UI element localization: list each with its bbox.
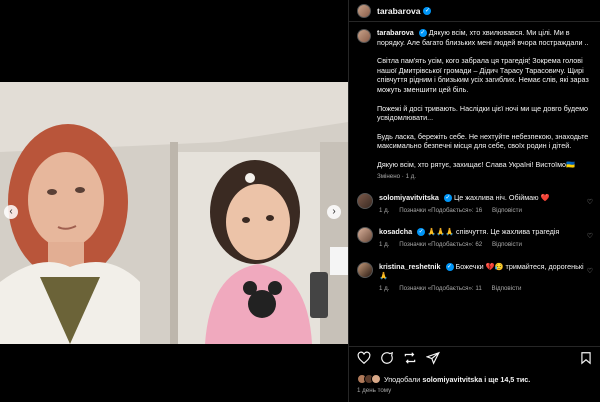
avatar[interactable] bbox=[357, 3, 371, 18]
share-button[interactable] bbox=[426, 351, 440, 365]
chevron-left-icon: ‹ bbox=[9, 206, 13, 217]
likes-summary[interactable]: Уподобали solomiyavitvitska і ще 14,5 ти… bbox=[357, 374, 530, 384]
heart-icon[interactable]: ♡ bbox=[587, 267, 593, 275]
post-photo[interactable] bbox=[0, 82, 348, 344]
heart-icon[interactable]: ♡ bbox=[587, 232, 593, 240]
verified-icon: ✓ bbox=[423, 6, 432, 15]
chevron-right-icon: › bbox=[332, 206, 336, 217]
comment-body: kristina_reshetnik ✓ Божечки 💔😥 тримайте… bbox=[379, 262, 585, 294]
verified-icon: ✓ bbox=[418, 29, 427, 38]
post-caption: tarabarova ✓ Дякую всім, хто хвилювався.… bbox=[357, 28, 593, 181]
avatar[interactable] bbox=[357, 227, 373, 244]
comment-item: kristina_reshetnik ✓ Божечки 💔😥 тримайте… bbox=[357, 261, 593, 294]
heart-icon bbox=[357, 351, 371, 364]
save-button[interactable] bbox=[579, 351, 593, 365]
comment-username[interactable]: solomiyavitvitska bbox=[379, 193, 439, 202]
avatar[interactable] bbox=[357, 193, 373, 210]
caption-paragraph: Дякую всім, хто рятує, захищає! Слава Ук… bbox=[377, 159, 576, 169]
caption-paragraph: Будь ласка, бережіть себе. Не нехтуйте н… bbox=[377, 131, 589, 151]
comment-body: solomiyavitvitska ✓ Це жахлива ніч. Обій… bbox=[379, 193, 585, 215]
comment-username[interactable]: kosadcha bbox=[379, 227, 412, 236]
next-photo-button[interactable]: › bbox=[327, 205, 341, 219]
comment-body: kosadcha ✓ 🙏🙏🙏 співчуття. Це жахлива тра… bbox=[379, 227, 585, 249]
likes-count[interactable]: і ще 14,5 тис. bbox=[484, 375, 530, 384]
repost-button[interactable] bbox=[403, 351, 417, 365]
comment-item: solomiyavitvitska ✓ Це жахлива ніч. Обій… bbox=[357, 193, 593, 215]
comment-username[interactable]: kristina_reshetnik bbox=[379, 262, 441, 271]
previous-photo-button[interactable]: ‹ bbox=[4, 205, 18, 219]
comment-text: 🙏🙏🙏 співчуття. Це жахлива трагедія bbox=[427, 227, 560, 237]
comment-item: kosadcha ✓ 🙏🙏🙏 співчуття. Це жахлива тра… bbox=[357, 227, 593, 249]
comment-time: 1 д. bbox=[379, 284, 390, 292]
caption-username[interactable]: tarabarova bbox=[377, 28, 414, 37]
like-button[interactable] bbox=[357, 351, 371, 365]
comment-time: 1 д. bbox=[379, 206, 390, 214]
post-media: ‹ › bbox=[0, 0, 348, 402]
comment-likes[interactable]: Позначки «Подобається»: 11 bbox=[399, 285, 482, 292]
comment-likes[interactable]: Позначки «Подобається»: 62 bbox=[399, 241, 482, 248]
post-actions-bar bbox=[349, 346, 600, 368]
verified-icon: ✓ bbox=[445, 262, 454, 271]
avatar bbox=[371, 374, 381, 384]
repost-icon bbox=[404, 351, 416, 364]
caption-edited-meta: Змінено · 1 д. bbox=[377, 172, 417, 180]
likes-text: Уподобали solomiyavitvitska і ще 14,5 ти… bbox=[384, 375, 530, 384]
reply-button[interactable]: Відповісти bbox=[492, 207, 522, 214]
comment-time: 1 д. bbox=[379, 240, 390, 248]
caption-paragraph: Світла пам'ять усім, кого забрала ця тра… bbox=[377, 56, 589, 94]
post-timestamp: 1 день тому bbox=[357, 387, 392, 394]
avatar[interactable] bbox=[357, 29, 371, 43]
comment-text: Це жахлива ніч. Обіймаю ❤️ bbox=[453, 193, 550, 203]
caption-paragraph: tarabarova ✓ Дякую всім, хто хвилювався.… bbox=[377, 28, 593, 47]
comment-button[interactable] bbox=[380, 351, 394, 365]
post-header: tarabarova ✓ bbox=[349, 0, 600, 22]
reply-button[interactable]: Відповісти bbox=[492, 285, 522, 292]
save-icon bbox=[581, 351, 591, 365]
verified-icon: ✓ bbox=[417, 228, 426, 237]
post-author-username[interactable]: tarabarova bbox=[377, 6, 420, 16]
comment-meta: 1 д. Позначки «Подобається»: 16 Відповіс… bbox=[379, 206, 585, 216]
comment-meta: 1 д. Позначки «Подобається»: 62 Відповіс… bbox=[379, 240, 585, 250]
post-viewer: ‹ › tarabarova ✓ tarabarova ✓ Дякую всім… bbox=[0, 0, 600, 402]
post-side-panel: tarabarova ✓ tarabarova ✓ Дякую всім, хт… bbox=[348, 0, 600, 402]
heart-icon[interactable]: ♡ bbox=[587, 198, 593, 206]
comment-icon bbox=[381, 351, 394, 364]
caption-paragraph: Пожежі й досі тривають. Наслідки цієї но… bbox=[377, 103, 589, 123]
verified-icon: ✓ bbox=[443, 194, 452, 203]
comments-list[interactable]: tarabarova ✓ Дякую всім, хто хвилювався.… bbox=[349, 22, 600, 338]
likes-prefix: Уподобали bbox=[384, 374, 421, 384]
avatar[interactable] bbox=[357, 261, 373, 278]
comment-meta: 1 д. Позначки «Подобається»: 11 Відповіс… bbox=[379, 284, 585, 294]
caption-body: tarabarova ✓ Дякую всім, хто хвилювався.… bbox=[377, 28, 593, 181]
photo-illustration bbox=[0, 82, 348, 344]
reply-button[interactable]: Відповісти bbox=[492, 241, 522, 248]
comment-likes[interactable]: Позначки «Подобається»: 16 bbox=[399, 207, 482, 214]
likes-user[interactable]: solomiyavitvitska bbox=[422, 375, 482, 384]
share-icon bbox=[426, 351, 440, 365]
